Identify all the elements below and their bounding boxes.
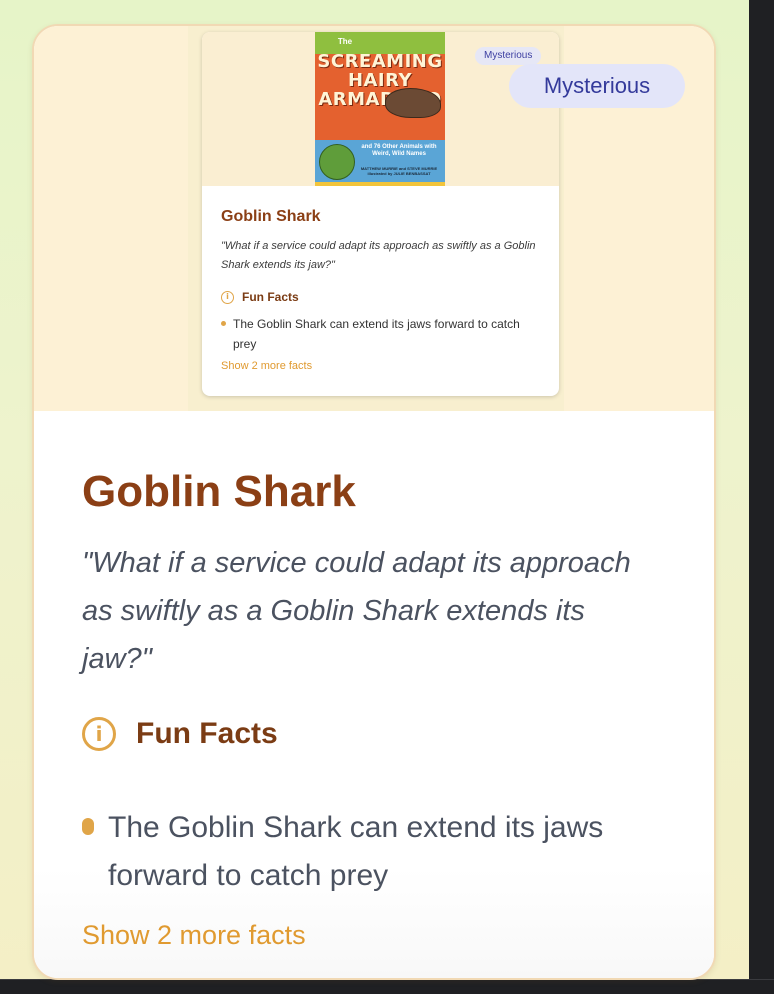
fact-bullet	[82, 818, 94, 835]
info-icon: i	[82, 717, 116, 751]
book-cover-subtitle: and 76 Other Animals with Weird, Wild Na…	[361, 144, 437, 157]
card-quote: "What if a service could adapt its appro…	[82, 547, 631, 675]
preview-fact-item: The Goblin Shark can extend its jaws for…	[233, 317, 520, 351]
background-strip-right	[749, 0, 774, 994]
frog-illustration	[319, 144, 355, 180]
book-cover-the: The	[337, 37, 353, 46]
fun-facts-heading-label: Fun Facts	[136, 717, 278, 750]
show-more-facts-button[interactable]: Show 2 more facts	[82, 920, 306, 951]
preview-facts-heading-label: Fun Facts	[242, 290, 299, 304]
info-icon: i	[221, 290, 234, 304]
armadillo-illustration	[385, 88, 441, 118]
preview-show-more-link: Show 2 more facts	[221, 360, 313, 372]
book-cover-image: The SCREAMING HAIRY ARMADILLO and 76 Oth…	[315, 32, 445, 186]
preview-facts-heading: i Fun Facts	[221, 290, 299, 304]
fun-facts-heading: i Fun Facts	[82, 717, 278, 751]
preview-category-badge: Mysterious	[475, 47, 542, 65]
background-strip-bottom	[0, 979, 774, 994]
book-cover-authors: MATTHEW MURRIE and STEVE MURRIE illustra…	[360, 166, 438, 176]
preview-card: The SCREAMING HAIRY ARMADILLO and 76 Oth…	[202, 32, 559, 396]
preview-title: Goblin Shark	[221, 208, 321, 225]
animal-card[interactable]: The SCREAMING HAIRY ARMADILLO and 76 Oth…	[32, 24, 716, 980]
card-hero: The SCREAMING HAIRY ARMADILLO and 76 Oth…	[34, 26, 714, 411]
card-body: Goblin Shark "What if a service could ad…	[34, 411, 714, 978]
category-badge: Mysterious	[509, 64, 685, 108]
card-title: Goblin Shark	[82, 467, 356, 516]
fact-item: The Goblin Shark can extend its jaws for…	[108, 811, 604, 892]
preview-fact-bullet	[221, 321, 226, 326]
preview-quote: "What if a service could adapt its appro…	[221, 240, 536, 271]
